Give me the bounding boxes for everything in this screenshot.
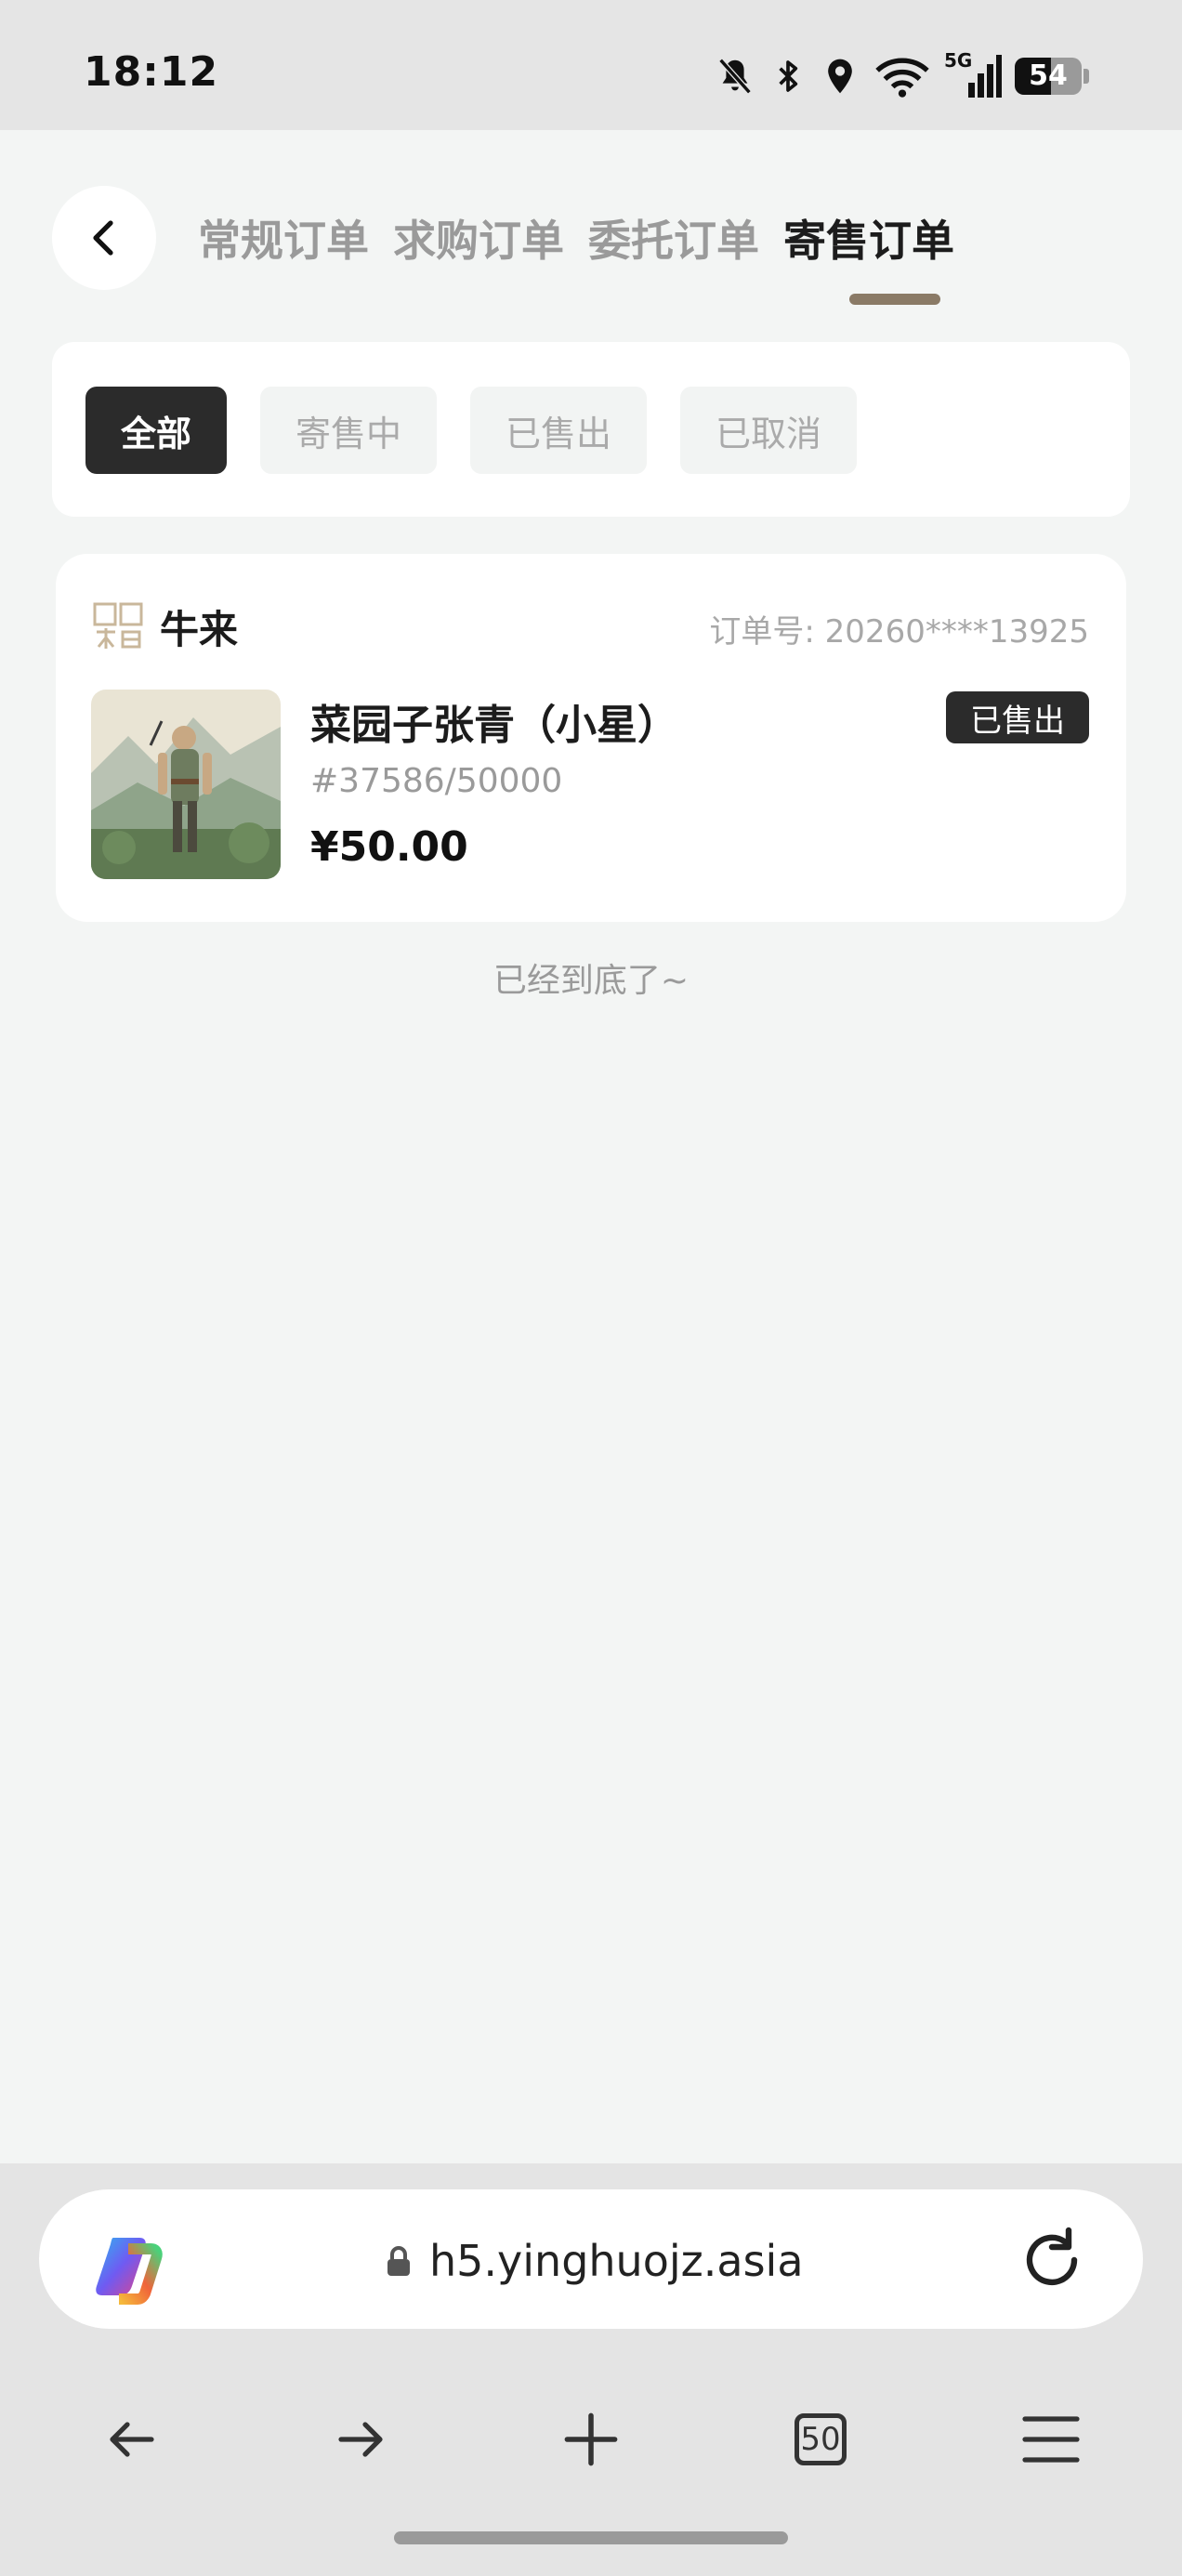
bluetooth-icon bbox=[779, 60, 798, 92]
status-filter-panel: 全部 寄售中 已售出 已取消 bbox=[52, 342, 1130, 517]
item-price: ¥50.00 bbox=[310, 823, 468, 871]
back-nav-button[interactable] bbox=[89, 2398, 173, 2481]
status-time: 18:12 bbox=[84, 48, 219, 96]
copilot-icon[interactable] bbox=[91, 2230, 165, 2305]
menu-button[interactable] bbox=[1009, 2398, 1093, 2481]
url-text: h5.yinghuojz.asia bbox=[429, 2236, 804, 2286]
location-icon bbox=[828, 59, 852, 94]
wifi-icon bbox=[875, 58, 929, 98]
lock-icon bbox=[387, 2246, 410, 2276]
order-status-badge: 已售出 bbox=[946, 691, 1089, 743]
back-button[interactable] bbox=[52, 186, 156, 290]
bell-muted-icon bbox=[718, 58, 752, 95]
order-number: 订单号: 20260****13925 bbox=[709, 613, 1089, 651]
active-tab-indicator bbox=[849, 294, 940, 305]
signal-icon: 5G bbox=[944, 49, 1002, 99]
chevron-left-icon bbox=[93, 220, 113, 256]
new-tab-button[interactable] bbox=[549, 2398, 633, 2481]
shop-name: 牛来 bbox=[160, 607, 239, 652]
item-title: 菜园子张青（小星） bbox=[310, 702, 678, 749]
item-serial-number: #37586/50000 bbox=[310, 762, 563, 800]
arrow-left-icon bbox=[110, 2422, 154, 2457]
battery-icon: 54 bbox=[1015, 58, 1089, 95]
tab-consignment-orders[interactable]: 寄售订单 bbox=[783, 207, 954, 269]
status-bar: 18:12 5G 54 bbox=[0, 0, 1182, 130]
menu-icon bbox=[1022, 2416, 1080, 2463]
filter-sold[interactable]: 已售出 bbox=[470, 387, 648, 474]
tabs-button[interactable]: 50 bbox=[779, 2398, 862, 2481]
tab-regular-orders[interactable]: 常规订单 bbox=[198, 207, 369, 269]
home-indicator[interactable] bbox=[394, 2531, 788, 2544]
plus-icon bbox=[564, 2412, 618, 2466]
filter-all[interactable]: 全部 bbox=[85, 387, 227, 474]
order-type-tabs: 常规订单 求购订单 委托订单 寄售订单 bbox=[186, 186, 966, 290]
browser-nav-row: 50 bbox=[0, 2398, 1182, 2481]
address-bar[interactable]: h5.yinghuojz.asia bbox=[39, 2189, 1143, 2329]
end-of-list-text: 已经到底了~ bbox=[492, 962, 690, 1000]
order-card[interactable]: 牛来 订单号: 20260****13925 菜园子张青（小星） #37586/… bbox=[56, 554, 1126, 922]
tab-purchase-orders[interactable]: 求购订单 bbox=[393, 207, 564, 269]
tabs-icon: 50 bbox=[795, 2413, 847, 2465]
battery-level: 54 bbox=[1029, 59, 1068, 92]
arrow-right-icon bbox=[338, 2422, 383, 2457]
tab-entrusted-orders[interactable]: 委托订单 bbox=[588, 207, 759, 269]
filter-on-consignment[interactable]: 寄售中 bbox=[260, 387, 438, 474]
shop-logo bbox=[93, 602, 143, 649]
reload-icon[interactable] bbox=[1017, 2225, 1087, 2295]
status-icons: 5G 54 bbox=[714, 48, 1089, 104]
filter-cancelled[interactable]: 已取消 bbox=[680, 387, 858, 474]
item-thumbnail bbox=[91, 690, 281, 879]
forward-nav-button[interactable] bbox=[320, 2398, 403, 2481]
